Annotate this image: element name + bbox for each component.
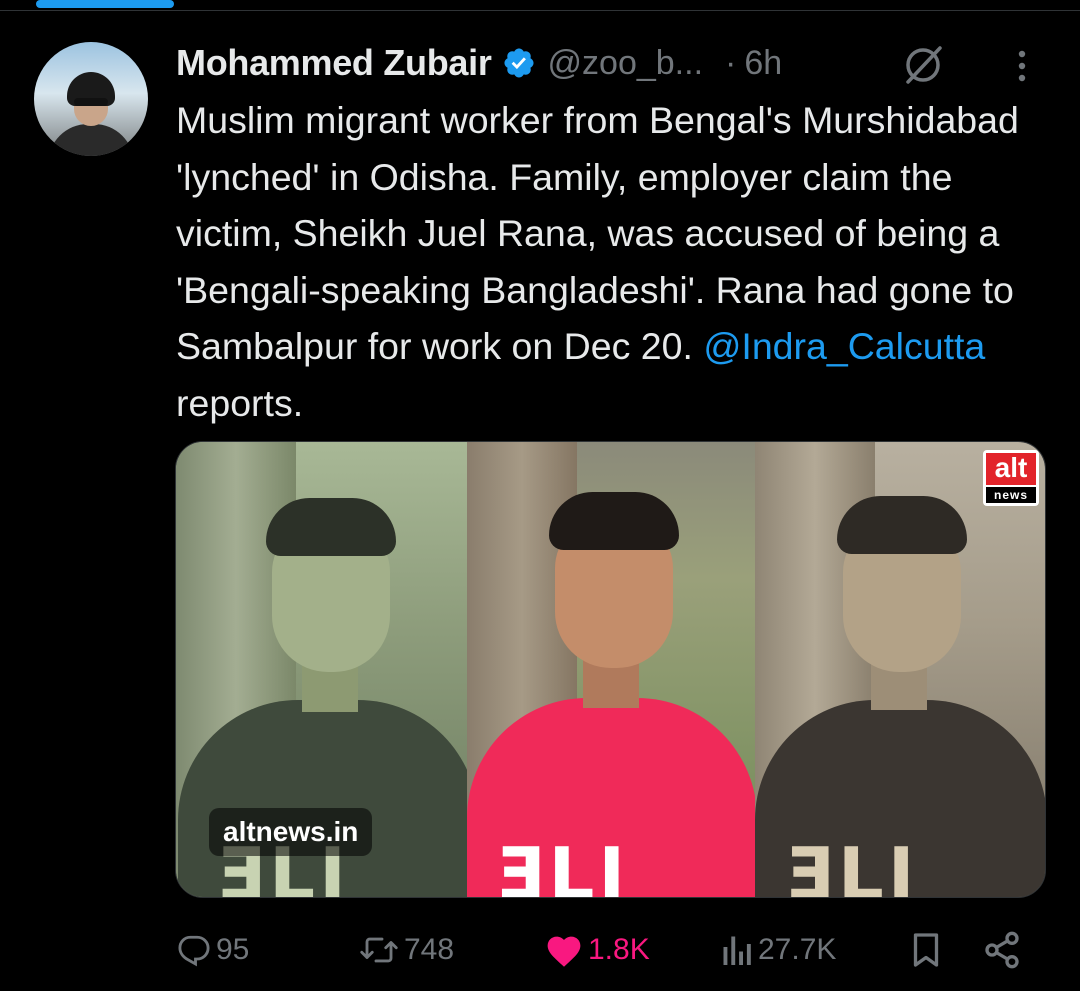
tab-indicator — [36, 0, 174, 8]
shirt-print: ƎLI — [495, 832, 630, 897]
photo-panel-sepia: ƎLI alt news — [754, 442, 1045, 897]
timestamp[interactable]: 6h — [744, 44, 782, 83]
like-button[interactable]: 1.8K — [544, 922, 650, 978]
mention-link[interactable]: @Indra_Calcutta — [703, 325, 985, 367]
avatar-body — [48, 124, 134, 156]
logo-top: alt — [986, 453, 1036, 485]
repost-count: 748 — [404, 933, 455, 966]
tweet-body-end: reports. — [176, 381, 304, 424]
share-icon — [985, 931, 1019, 969]
altnews-logo: alt news — [983, 450, 1039, 506]
photo-panel-green: ƎLI altnews.in — [176, 442, 468, 897]
tweet-header: Mohammed Zubair @zoo_b... · 6h — [176, 40, 1056, 86]
views-count: 27.7K — [758, 933, 837, 966]
reply-count: 95 — [216, 933, 250, 966]
reply-button[interactable]: 95 — [176, 922, 249, 978]
hair — [549, 492, 680, 550]
top-divider — [0, 10, 1080, 11]
repost-button[interactable]: 748 — [358, 922, 454, 978]
watermark: altnews.in — [209, 808, 373, 856]
like-icon — [547, 936, 581, 967]
reply-icon — [178, 935, 210, 967]
share-button[interactable] — [982, 922, 1022, 978]
logo-bottom: news — [986, 487, 1036, 503]
hair — [836, 496, 967, 554]
bookmark-icon — [913, 933, 939, 967]
top-bar — [0, 0, 1080, 12]
shirt-print: ƎLI — [784, 832, 919, 897]
avatar-glasses — [74, 98, 108, 106]
photo-panel-color: ƎLI — [467, 442, 755, 897]
bookmark-button[interactable] — [908, 922, 944, 978]
more-icon[interactable] — [1012, 48, 1032, 84]
author-name[interactable]: Mohammed Zubair — [176, 42, 492, 84]
author-handle[interactable]: @zoo_b... — [548, 44, 704, 83]
verified-badge-icon — [504, 48, 534, 78]
separator-dot: · — [725, 43, 737, 82]
action-bar: 95 748 1.8K 27.7K — [176, 922, 1056, 978]
views-icon — [723, 936, 751, 965]
repost-icon — [360, 937, 398, 963]
avatar[interactable] — [34, 42, 148, 156]
tweet-media[interactable]: ƎLI altnews.in ƎLI ƎLI alt news — [175, 441, 1046, 898]
grok-icon[interactable] — [902, 44, 944, 86]
tweet-text: Muslim migrant worker from Bengal's Murs… — [176, 92, 1056, 431]
like-count: 1.8K — [588, 933, 650, 966]
views-button[interactable]: 27.7K — [720, 922, 836, 978]
hair — [266, 498, 396, 556]
